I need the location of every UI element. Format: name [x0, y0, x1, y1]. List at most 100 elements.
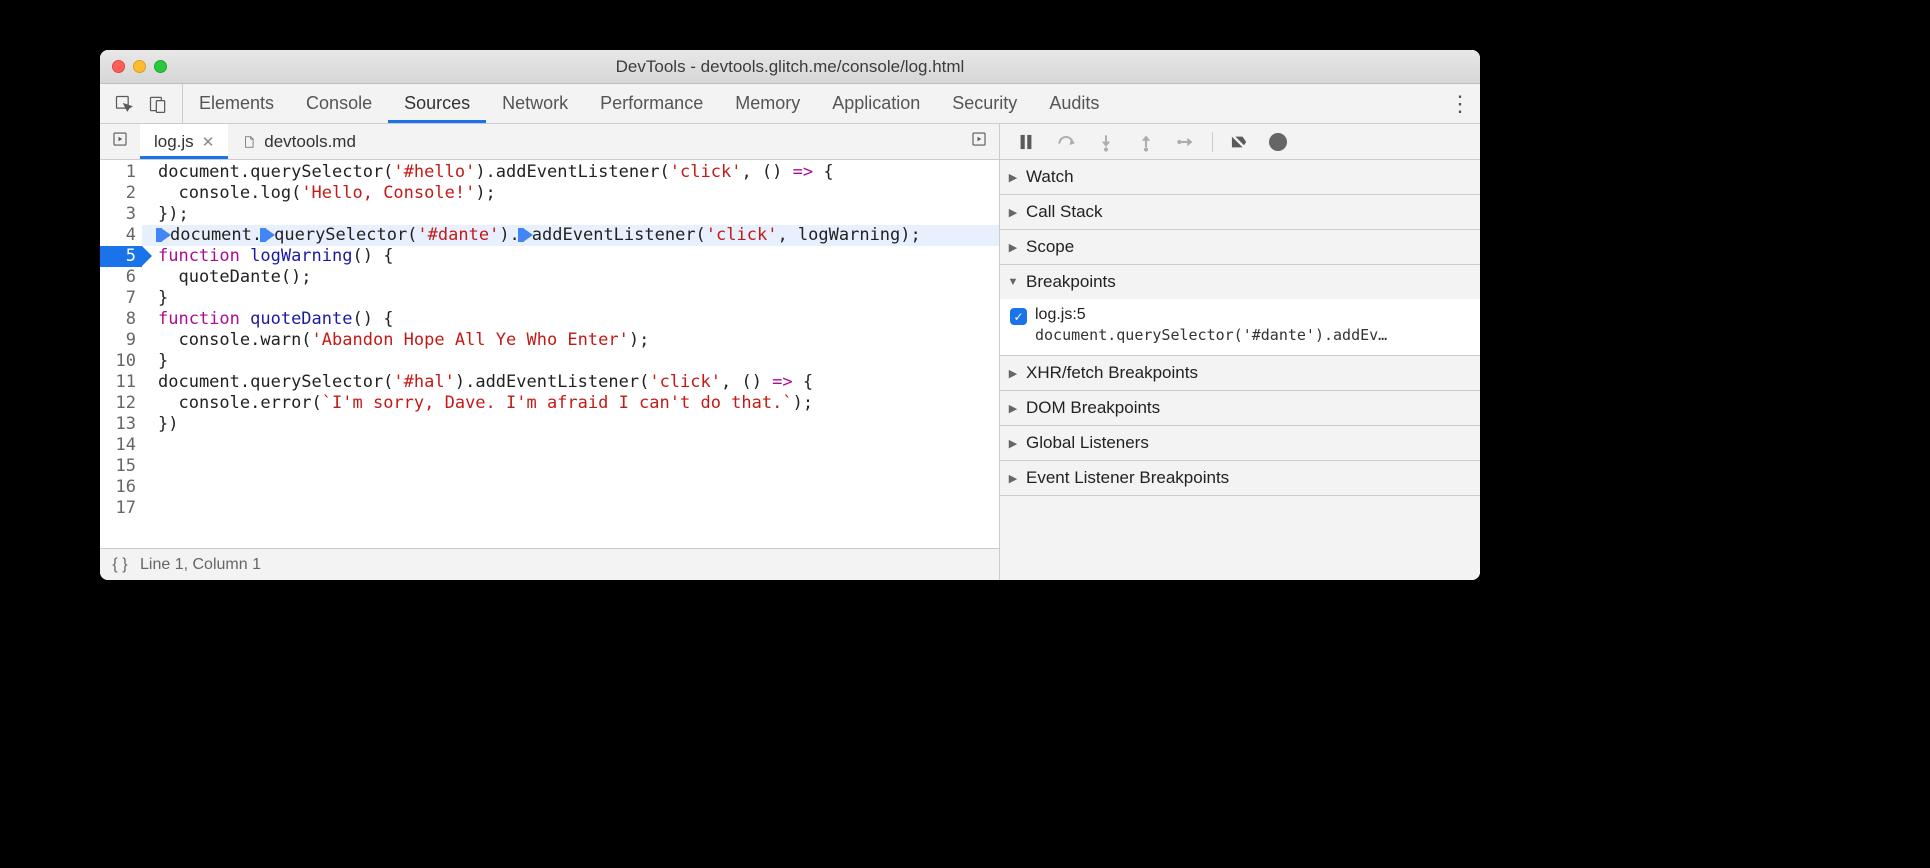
- maximize-window-button[interactable]: [154, 60, 167, 73]
- code-line[interactable]: console.warn('Abandon Hope All Ye Who En…: [158, 330, 999, 351]
- debugger-toolbar: [1000, 124, 1480, 160]
- chevron-right-icon: ▶: [1006, 472, 1020, 485]
- pane-header[interactable]: ▶ DOM Breakpoints: [1000, 391, 1480, 425]
- line-number[interactable]: 9: [100, 330, 136, 351]
- pane-event-listener-breakpoints: ▶Event Listener Breakpoints: [1000, 461, 1480, 496]
- sources-panel: log.js✕devtools.md 123456789101112131415…: [100, 124, 1000, 580]
- line-number[interactable]: 4: [100, 225, 136, 246]
- close-file-icon[interactable]: ✕: [202, 133, 215, 151]
- deactivate-breakpoints-icon[interactable]: [1229, 132, 1249, 152]
- pane-label: Breakpoints: [1026, 272, 1116, 292]
- pretty-print-icon[interactable]: { }: [100, 556, 140, 574]
- pane-xhr-fetch-breakpoints: ▶ XHR/fetch Breakpoints: [1000, 356, 1480, 391]
- more-options-icon[interactable]: ⋮: [1440, 91, 1480, 117]
- chevron-right-icon: ▶: [1006, 437, 1020, 450]
- code-line[interactable]: function quoteDante() {: [158, 309, 999, 330]
- line-number[interactable]: 14: [100, 435, 136, 456]
- code-line[interactable]: console.log('Hello, Console!');: [158, 183, 999, 204]
- line-number[interactable]: 17: [100, 498, 136, 519]
- code-line[interactable]: console.error(`I'm sorry, Dave. I'm afra…: [158, 393, 999, 414]
- file-tab-devtools-md[interactable]: devtools.md: [228, 124, 370, 159]
- line-number[interactable]: 15: [100, 456, 136, 477]
- code-line[interactable]: }: [158, 351, 999, 372]
- editor-statusbar: { } Line 1, Column 1: [100, 548, 999, 580]
- minimize-window-button[interactable]: [133, 60, 146, 73]
- pause-icon[interactable]: [1016, 132, 1036, 152]
- tab-audits[interactable]: Audits: [1033, 84, 1115, 123]
- code-line[interactable]: document.querySelector('#hal').addEventL…: [158, 372, 999, 393]
- pane-header[interactable]: ▶ Global Listeners: [1000, 426, 1480, 460]
- pane-header[interactable]: ▶Watch: [1000, 160, 1480, 194]
- close-window-button[interactable]: [112, 60, 125, 73]
- file-tab-log-js[interactable]: log.js ✕: [140, 124, 228, 159]
- code-line[interactable]: }): [158, 414, 999, 435]
- line-number[interactable]: 16: [100, 477, 136, 498]
- chevron-right-icon: ▶: [1006, 402, 1020, 415]
- code-line[interactable]: document.querySelector('#hello').addEven…: [158, 162, 999, 183]
- line-number[interactable]: 2: [100, 183, 136, 204]
- pane-header[interactable]: ▼ Breakpoints: [1000, 265, 1480, 299]
- pane-scope: ▶Scope: [1000, 230, 1480, 265]
- file-icon: [242, 134, 256, 150]
- pane-dom-breakpoints: ▶ DOM Breakpoints: [1000, 391, 1480, 426]
- line-number[interactable]: 3: [100, 204, 136, 225]
- chevron-down-icon: ▼: [1006, 276, 1020, 288]
- breakpoint-checkbox[interactable]: ✓: [1010, 308, 1027, 325]
- step-into-icon[interactable]: [1096, 132, 1116, 152]
- main-toolbar: ElementsConsoleSourcesNetworkPerformance…: [100, 84, 1480, 124]
- pane-breakpoints: ▼ Breakpoints ✓ log.js:5document.querySelec…: [1000, 265, 1480, 356]
- line-number[interactable]: 7: [100, 288, 136, 309]
- breakpoint-file: log.js:5: [1035, 305, 1387, 325]
- device-toggle-icon[interactable]: [148, 94, 168, 114]
- pane-header[interactable]: ▶ Call Stack: [1000, 195, 1480, 229]
- file-tab-label: log.js: [154, 132, 194, 152]
- pane-header[interactable]: ▶Scope: [1000, 230, 1480, 264]
- code-line[interactable]: document.querySelector('#dante').addEven…: [142, 225, 999, 246]
- step-icon[interactable]: [1176, 132, 1196, 152]
- line-number[interactable]: 8: [100, 309, 136, 330]
- line-number[interactable]: 1: [100, 162, 136, 183]
- tab-performance[interactable]: Performance: [584, 84, 719, 123]
- tab-console[interactable]: Console: [290, 84, 388, 123]
- pane-label: DOM Breakpoints: [1026, 398, 1160, 418]
- window-title: DevTools - devtools.glitch.me/console/lo…: [190, 57, 1480, 77]
- pane-call-stack: ▶ Call Stack: [1000, 195, 1480, 230]
- pane-label: XHR/fetch Breakpoints: [1026, 363, 1198, 383]
- pane-header[interactable]: ▶Event Listener Breakpoints: [1000, 461, 1480, 495]
- line-number[interactable]: 11: [100, 372, 136, 393]
- tab-elements[interactable]: Elements: [183, 84, 290, 123]
- pane-label: Global Listeners: [1026, 433, 1149, 453]
- file-tab-label: devtools.md: [264, 132, 356, 152]
- pane-label: Call Stack: [1026, 202, 1103, 222]
- step-over-icon[interactable]: [1056, 132, 1076, 152]
- line-number[interactable]: 6: [100, 267, 136, 288]
- code-editor[interactable]: 1234567891011121314151617 document.query…: [100, 160, 999, 548]
- traffic-lights: [100, 60, 190, 73]
- chevron-right-icon: ▶: [1006, 367, 1020, 380]
- chevron-right-icon: ▶: [1006, 206, 1020, 219]
- inspect-element-icon[interactable]: [114, 94, 134, 114]
- code-line[interactable]: quoteDante();: [158, 267, 999, 288]
- breakpoint-row[interactable]: ✓ log.js:5document.querySelector('#dante'…: [1010, 305, 1470, 345]
- pane-header[interactable]: ▶ XHR/fetch Breakpoints: [1000, 356, 1480, 390]
- titlebar: DevTools - devtools.glitch.me/console/lo…: [100, 50, 1480, 84]
- tab-security[interactable]: Security: [936, 84, 1033, 123]
- debugger-toggle-icon[interactable]: [959, 130, 999, 153]
- tab-sources[interactable]: Sources: [388, 84, 486, 123]
- pause-exceptions-icon[interactable]: [1269, 133, 1287, 151]
- code-line[interactable]: function logWarning() {: [158, 246, 999, 267]
- tab-application[interactable]: Application: [816, 84, 936, 123]
- navigator-toggle-icon[interactable]: [100, 130, 140, 153]
- line-number[interactable]: 10: [100, 351, 136, 372]
- tab-network[interactable]: Network: [486, 84, 584, 123]
- tab-memory[interactable]: Memory: [719, 84, 816, 123]
- cursor-position: Line 1, Column 1: [140, 556, 261, 574]
- code-line[interactable]: }: [158, 288, 999, 309]
- pane-label: Scope: [1026, 237, 1074, 257]
- line-number[interactable]: 5: [100, 246, 142, 267]
- breakpoint-snippet: document.querySelector('#dante').addEv…: [1035, 325, 1387, 345]
- line-number[interactable]: 12: [100, 393, 136, 414]
- line-number[interactable]: 13: [100, 414, 136, 435]
- step-out-icon[interactable]: [1136, 132, 1156, 152]
- code-line[interactable]: });: [158, 204, 999, 225]
